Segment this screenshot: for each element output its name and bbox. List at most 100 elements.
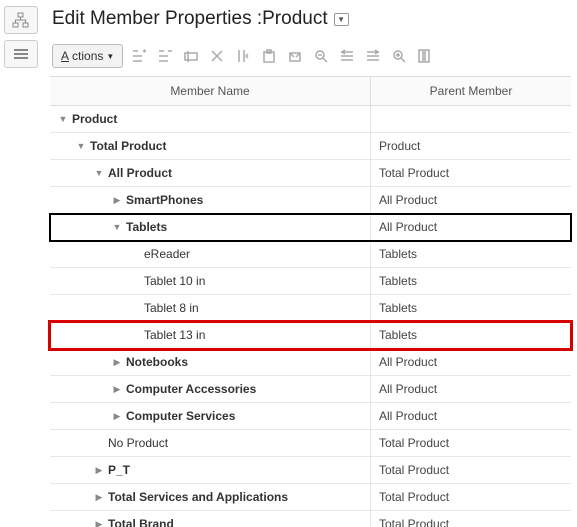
expand-toggle-icon[interactable]: ▶ (112, 357, 122, 368)
parent-label: Total Product (379, 166, 449, 180)
member-grid: Member Name Parent Member ▼Product▼Total… (50, 76, 571, 527)
member-label: Total Brand (108, 517, 174, 527)
parent-cell: Tablets (371, 295, 571, 321)
column-header-parent[interactable]: Parent Member (371, 77, 571, 105)
collapse-toggle-icon[interactable]: ▼ (94, 168, 104, 178)
parent-label: Tablets (379, 328, 417, 342)
rename-icon[interactable] (183, 48, 199, 64)
title-dropdown[interactable]: ▼ (334, 13, 349, 26)
page-title-row: Edit Member Properties :Product ▼ (50, 4, 571, 40)
tree-add-icon[interactable] (131, 48, 147, 64)
hierarchy-view-button[interactable] (4, 6, 38, 34)
table-row[interactable]: ▼ All Product Total Product (50, 160, 571, 187)
collapse-toggle-icon[interactable]: ▼ (112, 222, 122, 232)
list-view-button[interactable] (4, 40, 38, 68)
chevron-down-icon: ▼ (106, 52, 114, 61)
parent-label: All Product (379, 409, 437, 423)
member-label: Computer Accessories (126, 382, 256, 396)
parent-label: Tablets (379, 301, 417, 315)
table-row[interactable]: ▼ Tablets All Product (50, 214, 571, 241)
toolbar-icons (131, 48, 433, 64)
left-rail (0, 0, 44, 527)
member-cell: eReader (50, 241, 371, 267)
table-row[interactable]: ▶ SmartPhones All Product (50, 187, 571, 214)
parent-cell: Tablets (371, 241, 571, 267)
member-label: Product (72, 112, 117, 126)
table-row[interactable]: ▶ Total Brand Total Product (50, 511, 571, 527)
table-row[interactable]: ▶Total Services and ApplicationsTotal Pr… (50, 484, 571, 511)
table-row[interactable]: ▶ P_T Total Product (50, 457, 571, 484)
table-row[interactable]: eReader Tablets (50, 241, 571, 268)
tree-remove-icon[interactable] (157, 48, 173, 64)
expand-toggle-icon[interactable]: ▶ (112, 384, 122, 395)
cut-icon[interactable] (235, 48, 251, 64)
table-row[interactable]: Tablet 8 in Tablets (50, 295, 571, 322)
parent-cell: Total Product (371, 484, 571, 510)
parent-cell: All Product (371, 214, 571, 240)
table-row[interactable]: ▼Total ProductProduct (50, 133, 571, 160)
parent-label: Product (379, 139, 420, 153)
parent-label: All Product (379, 355, 437, 369)
table-row[interactable]: No Product Total Product (50, 430, 571, 457)
hierarchy-icon (12, 12, 30, 28)
member-cell: ▼ All Product (50, 160, 371, 186)
parent-label: All Product (379, 220, 437, 234)
member-cell: ▶ Computer Accessories (50, 376, 371, 402)
parent-label: Tablets (379, 247, 417, 261)
member-label: SmartPhones (126, 193, 203, 207)
parent-cell: All Product (371, 349, 571, 375)
table-row[interactable]: ▼ Product (50, 106, 571, 133)
parent-cell: All Product (371, 376, 571, 402)
parent-cell: All Product (371, 403, 571, 429)
member-cell: ▶ Total Brand (50, 511, 371, 527)
parent-label: Tablets (379, 274, 417, 288)
table-row[interactable]: Tablet 13 in Tablets (50, 322, 571, 349)
member-label: Tablet 8 in (144, 301, 199, 315)
actions-button[interactable]: Actions ▼ (52, 44, 123, 68)
expand-toggle-icon[interactable]: ▶ (112, 411, 122, 422)
parent-cell: Total Product (371, 160, 571, 186)
page-title: Edit Member Properties :Product (52, 8, 328, 30)
paste-icon[interactable] (261, 48, 277, 64)
member-label: Tablets (126, 220, 167, 234)
parent-cell: Total Product (371, 511, 571, 527)
member-cell: ▶Computer Services (50, 403, 371, 429)
parent-cell: Total Product (371, 430, 571, 456)
table-row[interactable]: ▶ Computer Accessories All Product (50, 376, 571, 403)
customize-icon[interactable] (417, 48, 433, 64)
actions-rest: ctions (72, 49, 103, 63)
delete-icon[interactable] (209, 48, 225, 64)
member-label: No Product (108, 436, 168, 450)
member-cell: Tablet 10 in (50, 268, 371, 294)
member-cell: ▶ SmartPhones (50, 187, 371, 213)
collapse-toggle-icon[interactable]: ▼ (76, 141, 86, 151)
zoom-in-icon[interactable] (391, 48, 407, 64)
table-row[interactable]: ▶NotebooksAll Product (50, 349, 571, 376)
expand-toggle-icon[interactable]: ▶ (94, 492, 104, 503)
expand-toggle-icon[interactable]: ▶ (94, 465, 104, 476)
parent-cell: All Product (371, 187, 571, 213)
expand-toggle-icon[interactable]: ▶ (112, 195, 122, 206)
parent-cell (371, 106, 571, 132)
collapse-all-icon[interactable] (339, 48, 355, 64)
main-panel: Edit Member Properties :Product ▼ Action… (44, 0, 577, 527)
column-header-member[interactable]: Member Name (50, 77, 371, 105)
parent-cell: Total Product (371, 457, 571, 483)
toolbar: Actions ▼ (50, 40, 571, 76)
grid-header: Member Name Parent Member (50, 77, 571, 106)
expand-all-icon[interactable] (365, 48, 381, 64)
parent-label: Total Product (379, 436, 449, 450)
member-cell: ▼ Product (50, 106, 371, 132)
refresh-icon[interactable] (287, 48, 303, 64)
parent-label: All Product (379, 193, 437, 207)
parent-label: Total Product (379, 517, 449, 527)
member-label: All Product (108, 166, 172, 180)
collapse-toggle-icon[interactable]: ▼ (58, 114, 68, 124)
expand-toggle-icon[interactable]: ▶ (94, 519, 104, 527)
member-cell: Tablet 13 in (50, 322, 371, 348)
table-row[interactable]: Tablet 10 in Tablets (50, 268, 571, 295)
member-cell: ▶Total Services and Applications (50, 484, 371, 510)
member-label: P_T (108, 463, 130, 477)
zoom-out-icon[interactable] (313, 48, 329, 64)
table-row[interactable]: ▶Computer Services All Product (50, 403, 571, 430)
